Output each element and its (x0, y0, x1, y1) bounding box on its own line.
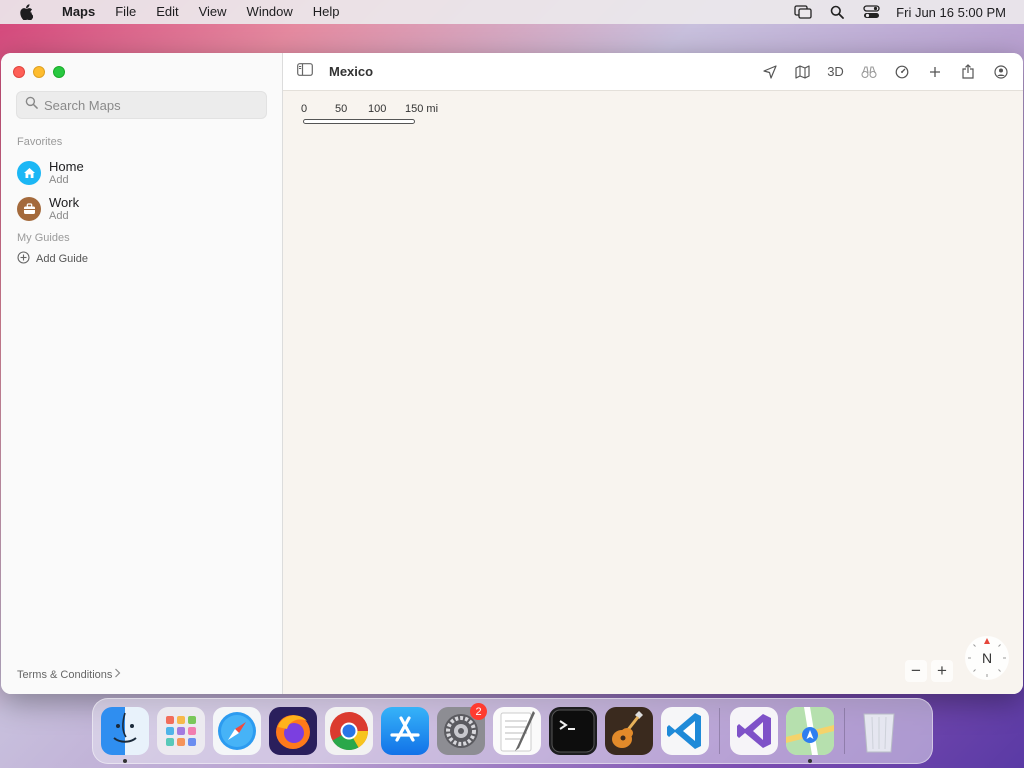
favorite-home-label: Home (49, 159, 84, 174)
textedit-icon[interactable] (493, 707, 541, 755)
toolbar: Mexico 3D (283, 53, 1023, 91)
scale-label-0: 0 (301, 103, 308, 115)
menu-view[interactable]: View (189, 0, 237, 24)
maps-window: Favorites Home Add Work Add My Guides (1, 53, 1023, 694)
system-settings-icon[interactable]: 2 (437, 703, 487, 755)
favorites-heading: Favorites (17, 136, 63, 148)
scale-bar (303, 119, 415, 124)
house-icon (17, 161, 41, 185)
add-guide-label: Add Guide (36, 253, 88, 265)
search-input[interactable] (44, 97, 254, 113)
chevron-right-icon (114, 668, 121, 681)
zoom-controls: − + (905, 660, 953, 682)
menubar-clock[interactable]: Fri Jun 16 5:00 PM (896, 5, 1006, 20)
menu-bar: Maps File Edit View Window Help Fri Jun … (0, 0, 1024, 24)
map-pane: Mexico 3D 0 50 100 150 mi − + N (283, 53, 1023, 694)
tracking-gauge-icon[interactable] (885, 60, 918, 84)
scale-label-50: 50 (335, 103, 348, 115)
menu-window[interactable]: Window (237, 0, 303, 24)
settings-notification-badge: 2 (470, 703, 487, 720)
visual-studio-icon[interactable] (730, 707, 778, 755)
search-field[interactable] (16, 91, 267, 119)
firefox-icon[interactable] (269, 707, 317, 755)
maps-app-icon[interactable] (786, 707, 834, 763)
compass-button[interactable]: N (965, 636, 1009, 680)
dock-separator (844, 708, 845, 754)
briefcase-icon (17, 197, 41, 221)
menu-app-name[interactable]: Maps (52, 0, 105, 24)
trash-icon[interactable] (855, 707, 903, 755)
finder-icon[interactable] (101, 707, 149, 763)
three-d-button[interactable]: 3D (819, 60, 852, 84)
vscode-icon[interactable] (661, 707, 709, 755)
add-guide-button[interactable]: Add Guide (17, 251, 88, 267)
dock: 2 (92, 698, 933, 764)
close-window-button[interactable] (13, 66, 25, 78)
favorite-home-sub: Add (49, 174, 69, 186)
launchpad-icon[interactable] (157, 707, 205, 755)
zoom-in-button[interactable]: + (931, 660, 953, 682)
spotlight-search-icon[interactable] (820, 5, 854, 19)
terms-label: Terms & Conditions (17, 668, 113, 681)
favorite-work[interactable]: Work Add (17, 195, 79, 223)
sidebar: Favorites Home Add Work Add My Guides (1, 53, 283, 694)
scale-label-150: 150 mi (405, 103, 439, 115)
favorite-work-label: Work (49, 195, 80, 210)
zoom-out-button[interactable]: − (905, 660, 927, 682)
favorite-home[interactable]: Home Add (17, 159, 84, 187)
dock-separator (719, 708, 720, 754)
menu-help[interactable]: Help (303, 0, 350, 24)
scale-label-100: 100 (368, 103, 387, 115)
map-canvas[interactable]: 0 50 100 150 mi − + N (283, 91, 1023, 694)
sidebar-toggle-icon[interactable] (297, 62, 313, 81)
look-around-binoculars-icon[interactable] (852, 60, 885, 84)
compass-north-label: N (981, 650, 993, 666)
plus-circle-icon (17, 251, 30, 267)
menu-edit[interactable]: Edit (146, 0, 188, 24)
my-guides-heading: My Guides (17, 232, 70, 244)
favorite-work-sub: Add (49, 210, 69, 222)
account-icon[interactable] (984, 60, 1017, 84)
menu-file[interactable]: File (105, 0, 146, 24)
maps-running-dot (808, 759, 812, 763)
map-title: Mexico (329, 64, 374, 79)
apple-menu-icon[interactable] (0, 4, 52, 20)
garageband-icon[interactable] (605, 707, 653, 755)
minimize-window-button[interactable] (33, 66, 45, 78)
safari-icon[interactable] (213, 707, 261, 755)
chrome-icon[interactable] (325, 707, 373, 755)
terms-link[interactable]: Terms & Conditions (17, 668, 121, 681)
app-store-icon[interactable] (381, 707, 429, 755)
screen-mirroring-icon[interactable] (786, 5, 820, 19)
terminal-icon[interactable] (549, 707, 597, 755)
window-controls (13, 66, 65, 78)
share-icon[interactable] (951, 60, 984, 84)
map-mode-icon[interactable] (786, 60, 819, 84)
map-scale: 0 50 100 150 mi (301, 103, 451, 124)
search-icon (25, 96, 38, 114)
add-plus-icon[interactable] (918, 60, 951, 84)
control-center-icon[interactable] (854, 5, 888, 19)
location-arrow-icon[interactable] (753, 60, 786, 84)
finder-running-dot (123, 759, 127, 763)
zoom-window-button[interactable] (53, 66, 65, 78)
